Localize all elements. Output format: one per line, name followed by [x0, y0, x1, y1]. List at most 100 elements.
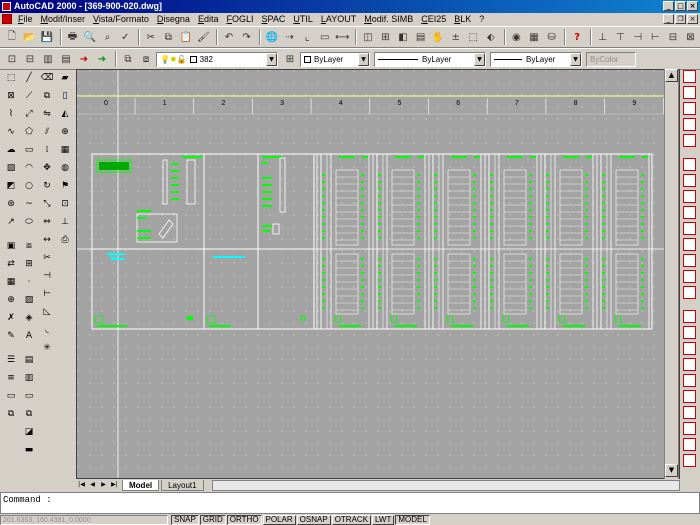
tab-model[interactable]: Model	[122, 479, 160, 491]
command-line[interactable]: Command :	[0, 492, 700, 514]
dimension-tool-icon[interactable]	[683, 86, 696, 99]
sheet-icon[interactable]: ▭	[21, 388, 37, 404]
custom-tool-2-icon[interactable]: ⊤	[612, 29, 628, 45]
zoom-realtime-icon[interactable]: ±	[448, 29, 464, 45]
dimension-tool-icon[interactable]	[683, 342, 696, 355]
linetype-dropdown[interactable]: ByLayer ▼	[374, 51, 486, 67]
object-snap-icon[interactable]: ⊡	[57, 196, 73, 212]
arc-icon[interactable]: ◠	[21, 160, 37, 176]
save-icon[interactable]: 💾	[39, 29, 55, 45]
xref-icon[interactable]: ⊕	[3, 292, 19, 308]
pan-icon[interactable]: ✋	[430, 29, 446, 45]
dimension-tool-icon[interactable]	[683, 358, 696, 371]
dimension-tool-icon[interactable]	[683, 222, 696, 235]
layer-tool-2-icon[interactable]: ⊟	[22, 51, 38, 67]
properties-icon[interactable]: ▤	[413, 29, 429, 45]
dimension-tool-icon[interactable]	[683, 190, 696, 203]
hyperlink-icon[interactable]: 🌐	[264, 29, 280, 45]
fillet-icon[interactable]: ◟	[39, 322, 55, 338]
close-button[interactable]: ×	[687, 1, 698, 11]
page-icon[interactable]: ▭	[3, 388, 19, 404]
add-icon[interactable]: ⊕	[57, 124, 73, 140]
hatch-icon[interactable]: ▧	[3, 160, 19, 176]
tab-next-icon[interactable]: ▶	[98, 480, 109, 490]
menu-edita[interactable]: Edita	[194, 13, 223, 26]
revision-icon[interactable]: ☁	[3, 142, 19, 158]
vertical-scrollbar[interactable]: ▲ ▼	[664, 69, 678, 479]
move-icon[interactable]: ✥	[39, 160, 55, 176]
display-icon[interactable]: ▭	[317, 29, 333, 45]
rectangle-icon[interactable]: ▭	[21, 142, 37, 158]
ucs-world-icon[interactable]: ⊞	[378, 29, 394, 45]
status-toggle-ortho[interactable]: ORTHO	[226, 514, 262, 525]
color-dropdown[interactable]: ByLayer ▼	[300, 51, 370, 67]
menu-disegna[interactable]: Disegna	[153, 13, 194, 26]
tool-x-icon[interactable]: ✗	[3, 310, 19, 326]
pline-icon[interactable]: ⌇	[3, 106, 19, 122]
status-toggle-osnap[interactable]: OSNAP	[296, 514, 331, 525]
explode-icon[interactable]: ✳	[39, 340, 55, 356]
dimension-tool-icon[interactable]	[683, 374, 696, 387]
insert-icon[interactable]: ⧈	[21, 238, 37, 254]
stretch-icon[interactable]: ⇔	[39, 214, 55, 230]
dimension-tool-icon[interactable]	[683, 326, 696, 339]
flag-icon[interactable]: ⚑	[57, 178, 73, 194]
globe-icon[interactable]: ◍	[57, 160, 73, 176]
array-icon[interactable]: ⁞	[39, 142, 55, 158]
print-preview-icon[interactable]: 🔍	[82, 29, 98, 45]
pages-icon[interactable]: ⧉	[3, 406, 19, 422]
rotate-icon[interactable]: ↻	[39, 178, 55, 194]
dimension-tool-icon[interactable]	[683, 254, 696, 267]
menu-modif-inser[interactable]: Modif/Inser	[37, 13, 90, 26]
chamfer-icon[interactable]: ◺	[39, 304, 55, 320]
lengthen-icon[interactable]: ↔	[39, 232, 55, 248]
copy-icon[interactable]: ⧉	[161, 29, 177, 45]
layer-tool-1-icon[interactable]: ⊡	[4, 51, 20, 67]
make-block-icon[interactable]: ⊞	[21, 256, 37, 272]
construction-line-icon[interactable]: ⟋	[21, 88, 37, 104]
point-icon[interactable]: ·	[21, 274, 37, 290]
help-icon[interactable]: ?	[569, 29, 585, 45]
block-insert-icon[interactable]: ▣	[3, 238, 19, 254]
doc-close-button[interactable]: ×	[687, 14, 698, 24]
drawing-canvas[interactable]: 0 1 2 3 4 5 6 7 8 9	[76, 69, 680, 479]
ortho-icon[interactable]: ⊥	[57, 214, 73, 230]
redraw-icon[interactable]: ◫	[360, 29, 376, 45]
select-cross-icon[interactable]: ⊠	[3, 88, 19, 104]
line-icon[interactable]: ╱	[21, 70, 37, 86]
spline-curve-icon[interactable]: ~	[21, 196, 37, 212]
menu-layout[interactable]: LAYOUT	[317, 13, 360, 26]
status-toggle-otrack[interactable]: OTRACK	[331, 514, 372, 525]
tab-last-icon[interactable]: ▶|	[109, 480, 120, 490]
tab-first-icon[interactable]: |◀	[76, 480, 87, 490]
layers-manager-icon[interactable]: ⧉	[120, 51, 136, 67]
layer-props-icon[interactable]: ▰	[57, 70, 73, 86]
spell-icon[interactable]: ✓	[117, 29, 133, 45]
dimension-tool-icon[interactable]	[683, 118, 696, 131]
chevron-down-icon[interactable]: ▼	[474, 52, 485, 66]
custom-tool-5-icon[interactable]: ⊟	[665, 29, 681, 45]
menu-vista-formato[interactable]: Vista/Formato	[89, 13, 153, 26]
menu-fogli[interactable]: FOGLI	[222, 13, 257, 26]
new-file-icon[interactable]: 🗋	[4, 29, 20, 45]
coordinate-readout[interactable]: 201.6363, 160.4381, 0.0000	[0, 514, 168, 525]
custom-tool-1-icon[interactable]: ⊥	[595, 29, 611, 45]
layer-tool-4-icon[interactable]: ▤	[58, 51, 74, 67]
status-toggle-model[interactable]: MODEL	[395, 514, 430, 525]
print-icon[interactable]: 🖶	[65, 29, 81, 45]
break-icon[interactable]: ⊢	[39, 286, 55, 302]
paste-icon[interactable]: 📋	[178, 29, 194, 45]
zoom-previous-icon[interactable]: ⬖	[483, 29, 499, 45]
note-icon[interactable]: ▬	[21, 442, 37, 458]
circle-icon[interactable]: ○	[21, 178, 37, 194]
snap-icon[interactable]: ⊛	[3, 196, 19, 212]
horizontal-scrollbar[interactable]	[211, 479, 680, 491]
layer-previous-icon[interactable]: ⧈	[138, 51, 154, 67]
menu-spac[interactable]: SPAC	[257, 13, 289, 26]
spline-icon[interactable]: ∿	[3, 124, 19, 140]
eye-icon[interactable]: ◉	[509, 29, 525, 45]
maximize-button[interactable]: □	[675, 1, 686, 11]
menu-util[interactable]: UTIL	[289, 13, 317, 26]
dimension-tool-icon[interactable]	[683, 422, 696, 435]
autocad-app-icon[interactable]	[2, 2, 11, 11]
